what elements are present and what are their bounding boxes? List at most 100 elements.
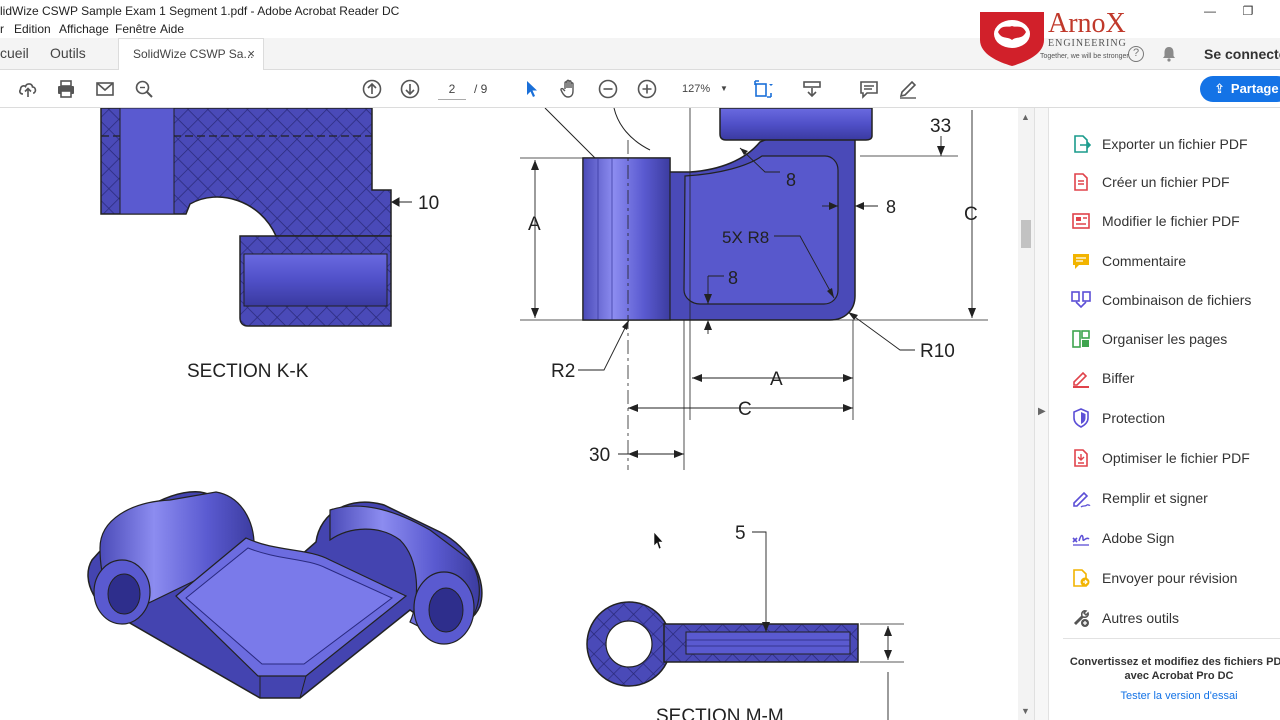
tab-tools[interactable]: Outils — [50, 38, 110, 70]
share-label: Partage — [1230, 81, 1279, 96]
export-pdf-icon — [1074, 135, 1091, 153]
menu-file[interactable]: r — [0, 22, 4, 36]
zoom-select[interactable]: 127% ▼ — [674, 78, 736, 100]
tool-label: Autres outils — [1102, 610, 1180, 626]
more-tools-icon — [1073, 610, 1089, 627]
scroll-up-icon[interactable]: ▲ — [1021, 112, 1030, 122]
maximize-button[interactable]: ❐ — [1228, 0, 1268, 22]
front-view: A C 33 8 8 5X R8 8 R2 R10 A C 30 — [520, 108, 988, 470]
arnox-logo: ArnoX ENGINEERING Together, we will be s… — [978, 6, 1138, 68]
tool-send-review[interactable]: Envoyer pour révision — [1071, 564, 1280, 592]
dim-5x-r8: 5X R8 — [722, 228, 769, 247]
mouse-cursor-icon — [653, 531, 664, 550]
tool-label: Protection — [1102, 410, 1166, 426]
edit-pdf-icon — [1072, 213, 1090, 229]
menu-edition[interactable]: Edition — [14, 22, 51, 36]
redact-icon — [1073, 371, 1089, 388]
dim-8-upper: 8 — [786, 170, 796, 190]
technical-drawing: 10 SECTION K-K A C 33 8 8 5X R8 8 R2 R10… — [87, 108, 988, 720]
zoom-in-icon[interactable] — [636, 78, 658, 100]
scroll-mode-icon[interactable] — [801, 78, 823, 100]
section-mm-label: SECTION M-M — [656, 706, 784, 720]
tab-document[interactable]: SolidWize CSWP Sa... × — [118, 38, 264, 70]
search-icon[interactable] — [133, 78, 155, 100]
dim-c-horizontal: C — [738, 399, 752, 420]
tool-organize-pages[interactable]: Organiser les pages — [1071, 325, 1280, 353]
bell-icon[interactable] — [1160, 45, 1178, 63]
tool-label: Adobe Sign — [1102, 530, 1175, 546]
mail-icon[interactable] — [94, 78, 116, 100]
tool-label: Organiser les pages — [1102, 331, 1228, 347]
pen-draw-icon[interactable] — [897, 78, 919, 100]
tool-protect[interactable]: Protection — [1071, 404, 1280, 432]
comment-icon — [1073, 254, 1089, 269]
comment-icon[interactable] — [858, 78, 880, 100]
tool-fill-sign[interactable]: Remplir et signer — [1071, 484, 1280, 512]
page-total: / 9 — [474, 82, 488, 96]
tools-panel: Exporter un fichier PDF Créer un fichier… — [1048, 108, 1280, 720]
print-icon[interactable] — [55, 78, 77, 100]
tool-export-pdf[interactable]: Exporter un fichier PDF — [1071, 130, 1280, 158]
logo-name: ArnoX — [1048, 8, 1126, 39]
dim-a-horizontal: A — [770, 369, 783, 390]
fit-page-icon[interactable] — [752, 78, 774, 100]
tool-label: Biffer — [1102, 370, 1135, 386]
menu-fenetre[interactable]: Fenêtre — [115, 22, 156, 36]
select-cursor-icon[interactable] — [520, 78, 542, 100]
tool-label: Envoyer pour révision — [1102, 570, 1238, 586]
send-review-icon — [1073, 569, 1090, 587]
dim-r2: R2 — [551, 361, 575, 382]
page-number-input[interactable]: 2 — [438, 78, 466, 100]
dim-c-vertical: C — [964, 204, 978, 225]
tool-label: Optimiser le fichier PDF — [1102, 450, 1250, 466]
protect-shield-icon — [1073, 408, 1089, 428]
chevron-down-icon: ▼ — [720, 84, 728, 93]
main-toolbar: 2 / 9 127% ▼ — [0, 70, 1280, 108]
share-button[interactable]: ⇪ Partage — [1200, 76, 1280, 102]
tool-redact[interactable]: Biffer — [1071, 364, 1280, 392]
page-up-icon[interactable] — [361, 78, 383, 100]
tool-optimize-pdf[interactable]: Optimiser le fichier PDF — [1071, 444, 1280, 472]
zoom-value: 127% — [682, 83, 711, 95]
menu-aide[interactable]: Aide — [160, 22, 184, 36]
tool-label: Créer un fichier PDF — [1102, 174, 1230, 190]
section-mm-view: 5 SECTION M-M — [586, 523, 904, 720]
create-pdf-icon — [1074, 173, 1088, 191]
dim-33: 33 — [930, 116, 951, 137]
combine-files-icon — [1071, 291, 1091, 309]
hand-tool-icon[interactable] — [558, 78, 580, 100]
upgrade-promo-text: Convertissez et modifiez des fichiers PD… — [1063, 638, 1280, 683]
section-kk-view: 10 SECTION K-K — [100, 108, 439, 382]
dim-8-lower: 8 — [728, 268, 738, 288]
tool-label: Modifier le fichier PDF — [1102, 213, 1240, 229]
tab-home[interactable]: cueil — [0, 38, 40, 70]
dim-30: 30 — [589, 445, 610, 466]
zoom-out-icon[interactable] — [597, 78, 619, 100]
isometric-view — [87, 491, 483, 699]
collapse-panel-icon[interactable]: ▶ — [1038, 406, 1046, 417]
sign-in-link[interactable]: Se connecte — [1204, 46, 1280, 62]
scroll-down-icon[interactable]: ▼ — [1021, 706, 1030, 716]
tool-adobe-sign[interactable]: Adobe Sign — [1071, 524, 1280, 552]
tool-comment[interactable]: Commentaire — [1071, 247, 1280, 275]
tool-combine-files[interactable]: Combinaison de fichiers — [1071, 286, 1280, 314]
dim-r10: R10 — [920, 341, 955, 362]
menu-affichage[interactable]: Affichage — [59, 22, 109, 36]
tool-more-tools[interactable]: Autres outils — [1071, 604, 1280, 632]
scrollbar-thumb[interactable] — [1021, 220, 1031, 248]
page-down-icon[interactable] — [399, 78, 421, 100]
vertical-scrollbar[interactable]: ▲ ▼ — [1018, 108, 1034, 720]
minimize-button[interactable]: — — [1190, 0, 1230, 22]
tool-create-pdf[interactable]: Créer un fichier PDF — [1071, 168, 1280, 196]
tab-close-button[interactable]: × — [247, 39, 255, 69]
adobe-sign-icon — [1072, 534, 1090, 546]
tool-edit-pdf[interactable]: Modifier le fichier PDF — [1071, 207, 1280, 235]
dim-5: 5 — [735, 523, 746, 544]
window-title: lidWize CSWP Sample Exam 1 Segment 1.pdf… — [0, 4, 400, 18]
cloud-upload-icon[interactable] — [17, 78, 39, 100]
trial-link[interactable]: Tester la version d'essai — [1063, 690, 1280, 702]
panel-divider[interactable]: ▶ — [1034, 108, 1048, 720]
document-viewport[interactable]: 10 SECTION K-K A C 33 8 8 5X R8 8 R2 R10… — [0, 108, 1018, 720]
section-kk-label: SECTION K-K — [187, 361, 309, 382]
logo-tagline: Together, we will be stronger — [1040, 53, 1129, 60]
